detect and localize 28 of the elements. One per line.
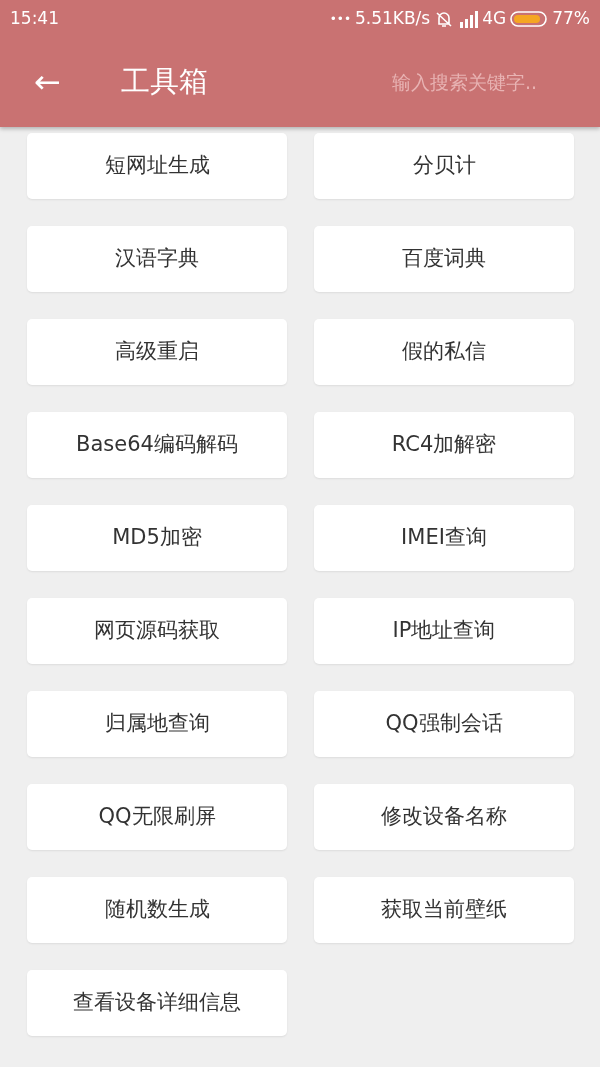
tool-button[interactable]: 分贝计 xyxy=(314,133,574,199)
tool-button[interactable]: MD5加密 xyxy=(27,505,287,571)
tool-button[interactable]: 查看设备详细信息 xyxy=(27,970,287,1036)
network-type: 4G xyxy=(482,6,507,30)
tool-button[interactable]: QQ无限刷屏 xyxy=(27,784,287,850)
tool-button[interactable]: IP地址查询 xyxy=(314,598,574,664)
clock: 15:41 xyxy=(10,6,59,30)
tool-button[interactable]: Base64编码解码 xyxy=(27,412,287,478)
network-speed: 5.51KB/s xyxy=(354,6,431,30)
signal-icon xyxy=(458,9,479,28)
battery-level: 77% xyxy=(552,6,590,30)
tool-button[interactable]: 短网址生成 xyxy=(27,133,287,199)
tool-button[interactable]: QQ强制会话 xyxy=(314,691,574,757)
tool-button[interactable]: 归属地查询 xyxy=(27,691,287,757)
tool-button[interactable]: 假的私信 xyxy=(314,319,574,385)
tool-button[interactable]: 修改设备名称 xyxy=(314,784,574,850)
page-title: 工具箱 xyxy=(120,63,208,101)
tool-button[interactable]: RC4加解密 xyxy=(314,412,574,478)
more-icon: ••• xyxy=(329,9,351,28)
tool-button[interactable]: 获取当前壁纸 xyxy=(314,877,574,943)
tool-button[interactable]: 网页源码获取 xyxy=(27,598,287,664)
tool-button[interactable]: 高级重启 xyxy=(27,319,287,385)
tool-button[interactable]: 随机数生成 xyxy=(27,877,287,943)
tool-button[interactable]: 汉语字典 xyxy=(27,226,287,292)
tool-button[interactable]: IMEI查询 xyxy=(314,505,574,571)
tool-button[interactable]: 百度词典 xyxy=(314,226,574,292)
search-field[interactable]: 输入搜索关键字.. xyxy=(390,66,580,98)
battery-icon xyxy=(510,9,549,28)
